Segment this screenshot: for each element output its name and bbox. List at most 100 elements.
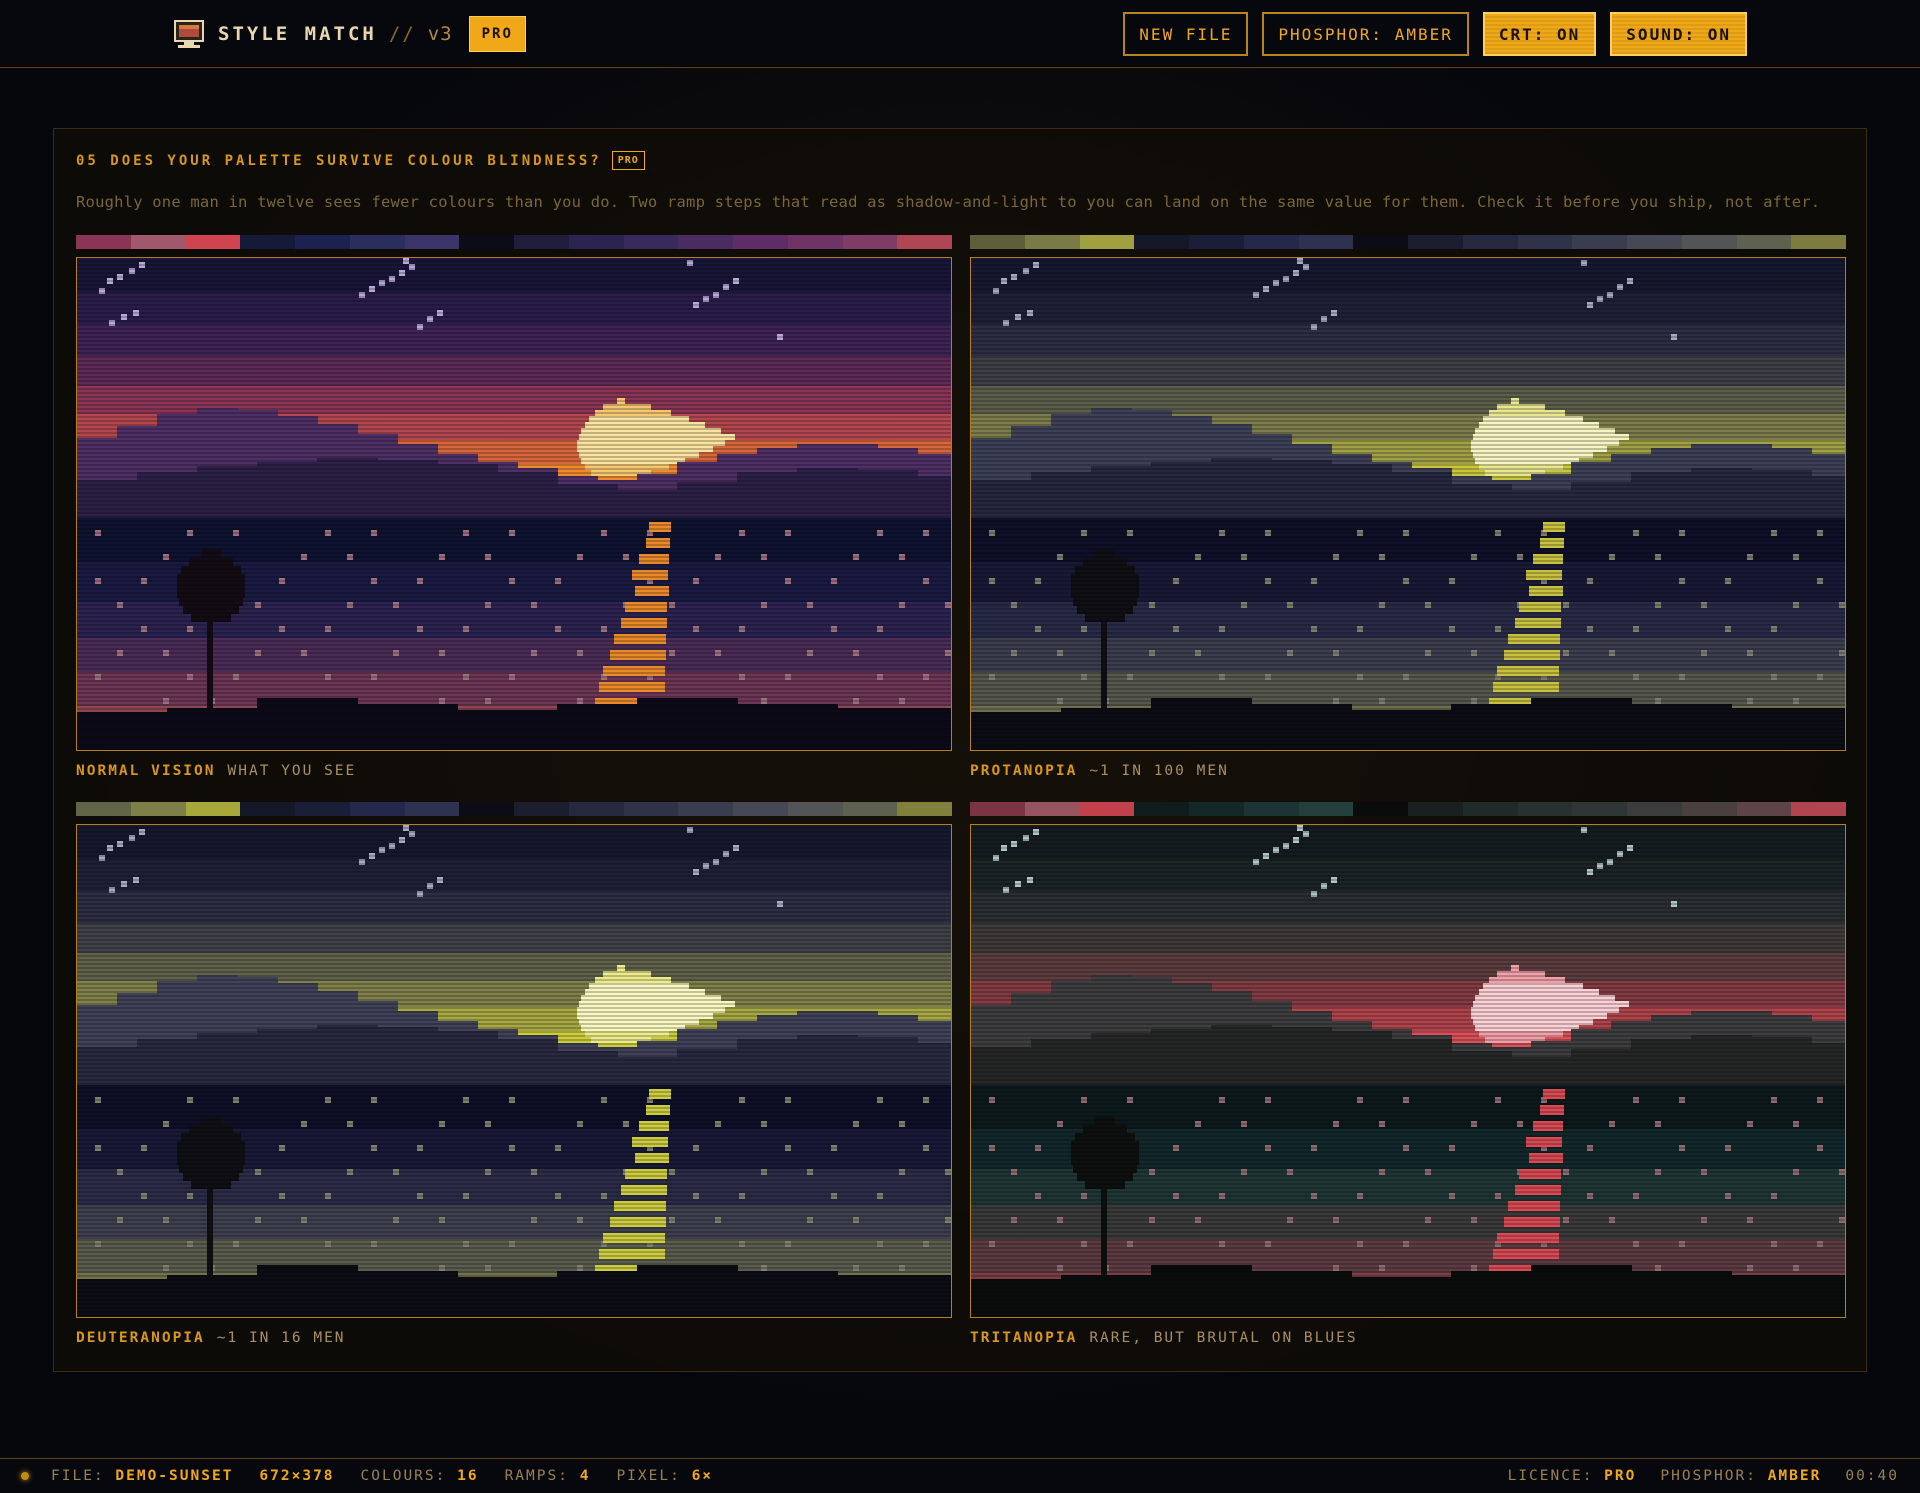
swatch[interactable] [787,235,843,249]
swatch[interactable] [295,235,350,249]
swatch[interactable] [459,235,514,249]
water-sparkle [95,1241,101,1247]
swatch[interactable] [733,802,788,816]
swatch[interactable] [1243,802,1299,816]
swatch[interactable] [1079,802,1135,816]
swatch[interactable] [733,235,788,249]
swatch[interactable] [514,802,569,816]
swatch[interactable] [240,802,295,816]
preview-frame[interactable] [970,824,1846,1318]
preview-frame[interactable] [76,257,952,751]
swatch[interactable] [185,802,241,816]
tree-canopy [1071,1157,1139,1165]
sun [581,1025,685,1031]
new-file-button[interactable]: NEW FILE [1123,12,1249,56]
swatch[interactable] [1134,235,1189,249]
water-sparkle [117,650,123,656]
swatch[interactable] [1024,802,1080,816]
tree-canopy [201,1117,221,1125]
water-sparkle [739,674,745,680]
swatch[interactable] [1298,235,1354,249]
sun [603,971,651,977]
swatch[interactable] [459,802,514,816]
swatch[interactable] [1189,235,1244,249]
preview-frame[interactable] [970,257,1846,751]
water-sparkle [555,578,561,584]
swatch[interactable] [623,802,679,816]
water-sparkle [485,602,491,608]
swatch[interactable] [1408,235,1463,249]
status-led-icon [21,1472,29,1480]
water-sparkle [1195,554,1201,560]
swatch[interactable] [130,802,186,816]
swatch[interactable] [1353,235,1408,249]
swatch[interactable] [1462,235,1518,249]
preview-frame[interactable] [76,824,952,1318]
water-sparkle [509,674,515,680]
swatch[interactable] [1627,802,1682,816]
swatch[interactable] [842,802,898,816]
sun [617,398,625,404]
swatch[interactable] [568,235,624,249]
swatch[interactable] [842,235,898,249]
swatch[interactable] [1627,235,1682,249]
swatch[interactable] [404,802,460,816]
swatch[interactable] [130,235,186,249]
swatch[interactable] [514,235,569,249]
swatch[interactable] [1791,235,1846,249]
swatch[interactable] [185,235,241,249]
swatch[interactable] [404,235,460,249]
star [129,835,135,841]
swatch[interactable] [1079,235,1135,249]
crt-toggle[interactable]: CRT: ON [1482,12,1597,56]
water-sparkle [1747,698,1753,704]
swatch[interactable] [1681,802,1737,816]
phosphor-button[interactable]: PHOSPHOR: AMBER [1262,12,1469,56]
sun [589,416,689,422]
swatch[interactable] [1736,235,1792,249]
swatch[interactable] [568,802,624,816]
water-sparkle [463,1097,469,1103]
swatch[interactable] [1189,802,1244,816]
swatch[interactable] [1681,235,1737,249]
swatch[interactable] [1517,235,1573,249]
water-sparkle [1633,1097,1639,1103]
swatch[interactable] [1134,802,1189,816]
swatch[interactable] [1462,802,1518,816]
water-sparkle [1403,578,1409,584]
swatch[interactable] [1572,802,1627,816]
swatch[interactable] [76,802,131,816]
sun [1473,1001,1629,1007]
swatch[interactable] [678,235,733,249]
sound-toggle[interactable]: SOUND: ON [1610,12,1747,56]
swatch[interactable] [240,235,295,249]
swatch[interactable] [897,235,952,249]
swatch[interactable] [1572,235,1627,249]
swatch[interactable] [1791,802,1846,816]
swatch[interactable] [295,802,350,816]
tree-canopy [181,566,241,574]
swatch[interactable] [1353,802,1408,816]
swatch[interactable] [623,235,679,249]
swatch[interactable] [787,802,843,816]
swatch[interactable] [349,802,405,816]
swatch[interactable] [678,802,733,816]
sun-reflection [1519,1169,1561,1179]
swatch[interactable] [1298,802,1354,816]
water-sparkle [1287,602,1293,608]
swatch[interactable] [1024,235,1080,249]
swatch[interactable] [970,802,1025,816]
swatch[interactable] [1517,802,1573,816]
tree-canopy [177,1149,245,1157]
swatch[interactable] [1736,802,1792,816]
water-sparkle [877,1241,883,1247]
swatch[interactable] [76,235,131,249]
water-sparkle [1839,650,1845,656]
swatch[interactable] [349,235,405,249]
sun [1497,971,1545,977]
swatch[interactable] [970,235,1025,249]
swatch[interactable] [1408,802,1463,816]
swatch[interactable] [897,802,952,816]
star [1617,284,1623,290]
swatch[interactable] [1243,235,1299,249]
